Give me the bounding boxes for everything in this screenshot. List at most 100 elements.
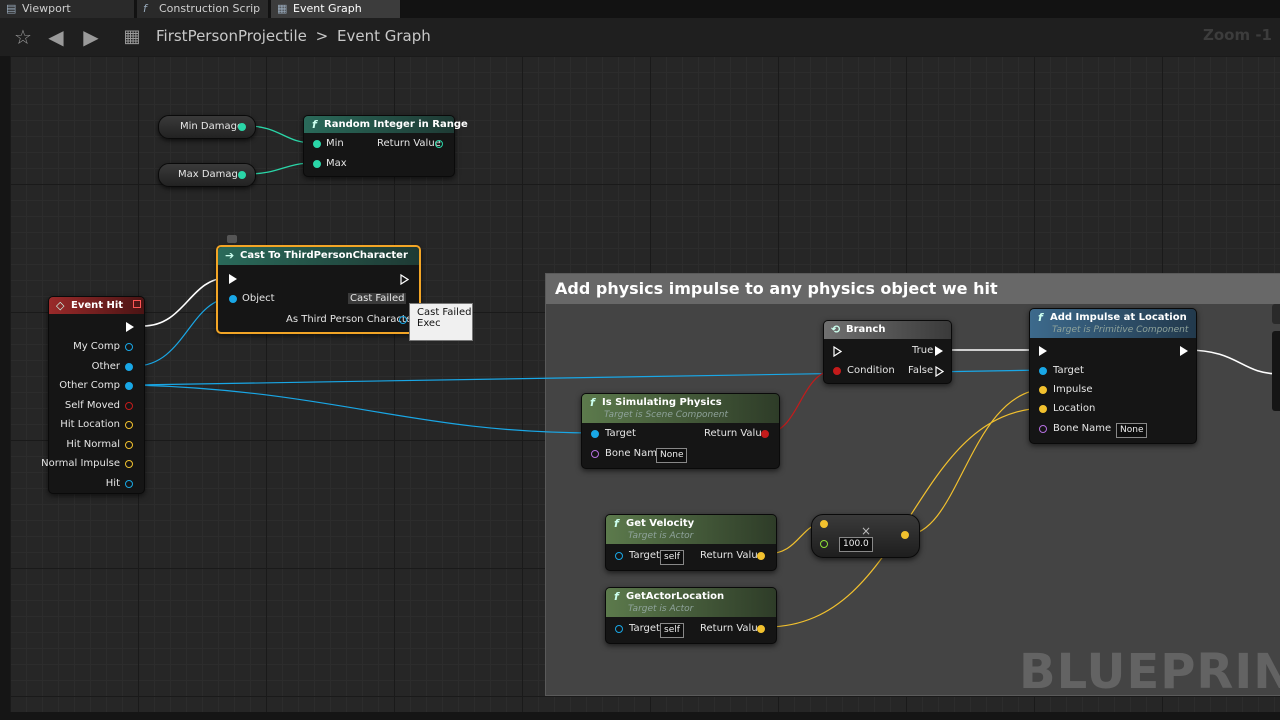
return-pin[interactable] <box>757 552 765 560</box>
true-exec-pin[interactable] <box>935 346 943 356</box>
bone-name-input[interactable]: None <box>1116 423 1148 438</box>
bone-name-pin[interactable] <box>591 450 599 458</box>
bottom-edge <box>0 712 1280 720</box>
pin-label: Self Moved <box>64 400 120 411</box>
exec-out-pin[interactable] <box>126 322 134 332</box>
function-icon: f <box>143 2 147 15</box>
hit-pin[interactable] <box>125 480 133 488</box>
target-pin[interactable] <box>615 552 623 560</box>
bone-name-input[interactable]: None <box>656 448 688 463</box>
tab-viewport[interactable]: ▤ Viewport <box>0 0 135 18</box>
get-velocity-node[interactable]: f Get Velocity Target is Actor Target se… <box>605 514 777 571</box>
multiply-node[interactable]: × 100.0 <box>811 514 920 558</box>
bone-name-pin[interactable] <box>1039 425 1047 433</box>
tab-construction-script[interactable]: f Construction Scrip <box>137 0 269 18</box>
as-character-label: As Third Person Character <box>286 314 417 325</box>
is-simulating-node[interactable]: f Is Simulating Physics Target is Scene … <box>581 393 780 469</box>
event-delegate-icon <box>133 300 141 308</box>
target-self-input[interactable]: self <box>660 623 684 638</box>
node-subtitle: Target is Actor <box>628 604 694 614</box>
vector-in-pin[interactable] <box>820 520 828 528</box>
normal-impulse-pin[interactable] <box>125 460 133 468</box>
event-hit-node[interactable]: ◇ Event Hit My Comp Other Other Comp Sel… <box>41 296 145 494</box>
float-in-pin[interactable] <box>820 540 828 548</box>
location-pin[interactable] <box>1039 405 1047 413</box>
wire-othercomp-sim-target <box>134 384 598 434</box>
object-label: Object <box>242 293 275 304</box>
node-subtitle: Target is Scene Component <box>604 410 729 420</box>
bookmark-star-icon[interactable]: ☆ <box>11 25 35 49</box>
get-actor-location-node[interactable]: f GetActorLocation Target is Actor Targe… <box>605 587 777 644</box>
vector-out-pin[interactable] <box>901 531 909 539</box>
exec-in-pin[interactable] <box>833 345 843 358</box>
max-damage-label: Max Damage <box>178 169 245 180</box>
zoom-level: Zoom -1 <box>1202 26 1272 44</box>
min-pin[interactable] <box>313 140 321 148</box>
pin-label: Hit <box>105 478 120 489</box>
graph-grid-icon: ▦ <box>123 26 141 47</box>
node-title: Is Simulating Physics <box>602 397 722 408</box>
breadcrumb-blueprint[interactable]: FirstPersonProjectile <box>156 27 307 45</box>
wire-exec-out <box>1185 349 1280 375</box>
add-impulse-node[interactable]: f Add Impulse at Location Target is Prim… <box>1029 308 1197 444</box>
function-icon: f <box>590 396 595 409</box>
viewport-icon: ▤ <box>6 2 17 15</box>
object-pin[interactable] <box>229 295 237 303</box>
my-comp-pin[interactable] <box>125 343 133 351</box>
min-damage-node[interactable]: Min Damage <box>158 115 256 139</box>
min-damage-label: Min Damage <box>180 121 244 132</box>
tab-label: Construction Scrip <box>159 2 261 15</box>
target-label: Target <box>629 623 660 634</box>
forward-arrow-icon[interactable]: ▶ <box>79 25 103 49</box>
max-pin[interactable] <box>313 160 321 168</box>
target-pin[interactable] <box>1039 367 1047 375</box>
random-integer-node[interactable]: f Random Integer in Range Min Max Return… <box>303 115 468 177</box>
other-comp-pin[interactable] <box>125 382 133 390</box>
as-character-pin[interactable] <box>399 316 407 324</box>
tab-event-graph[interactable]: ▦ Event Graph <box>271 0 401 18</box>
comment-bubble-icon[interactable] <box>227 235 237 243</box>
exec-in-pin[interactable] <box>1039 346 1047 356</box>
cast-icon: ➔ <box>225 249 235 262</box>
false-exec-pin[interactable] <box>935 365 945 378</box>
node-title: Branch <box>846 324 886 335</box>
exec-out-pin[interactable] <box>400 273 410 286</box>
max-damage-out-pin[interactable] <box>238 171 246 179</box>
exec-in-pin[interactable] <box>229 274 237 284</box>
back-arrow-icon[interactable]: ◀ <box>44 25 68 49</box>
other-pin[interactable] <box>125 363 133 371</box>
tab-label: Viewport <box>22 2 71 15</box>
offscreen-node[interactable] <box>1272 331 1280 411</box>
target-pin[interactable] <box>615 625 623 633</box>
node-title: Add Impulse at Location <box>1050 312 1187 323</box>
tooltip-line-2: Exec <box>417 318 441 329</box>
tab-label: Event Graph <box>293 2 362 15</box>
impulse-pin[interactable] <box>1039 386 1047 394</box>
max-damage-node[interactable]: Max Damage <box>158 163 256 187</box>
return-label: Return Value <box>377 138 441 149</box>
return-pin[interactable] <box>761 430 769 438</box>
node-title: GetActorLocation <box>626 591 725 602</box>
hit-location-pin[interactable] <box>125 421 133 429</box>
return-label: Return Value <box>700 550 764 561</box>
target-pin[interactable] <box>591 430 599 438</box>
breadcrumb-graph[interactable]: Event Graph <box>337 27 431 45</box>
max-label: Max <box>326 158 347 169</box>
node-header: f Random Integer in Range <box>304 116 468 133</box>
community-badge-icon <box>1176 56 1216 60</box>
float-value-input[interactable]: 100.0 <box>839 537 873 552</box>
min-label: Min <box>326 138 344 149</box>
self-moved-pin[interactable] <box>125 402 133 410</box>
offscreen-node[interactable] <box>1272 304 1280 324</box>
graph-icon: ▦ <box>277 2 288 15</box>
hit-normal-pin[interactable] <box>125 441 133 449</box>
branch-node[interactable]: ⟲ Branch True Condition False <box>823 320 952 384</box>
return-pin[interactable] <box>435 140 443 148</box>
min-damage-out-pin[interactable] <box>238 123 246 131</box>
graph-canvas[interactable]: Add physics impulse to any physics objec… <box>10 56 1280 712</box>
exec-out-pin[interactable] <box>1180 346 1188 356</box>
condition-pin[interactable] <box>833 367 841 375</box>
cast-node[interactable]: ➔ Cast To ThirdPersonCharacter Object Ca… <box>216 245 421 334</box>
target-self-input[interactable]: self <box>660 550 684 565</box>
return-pin[interactable] <box>757 625 765 633</box>
